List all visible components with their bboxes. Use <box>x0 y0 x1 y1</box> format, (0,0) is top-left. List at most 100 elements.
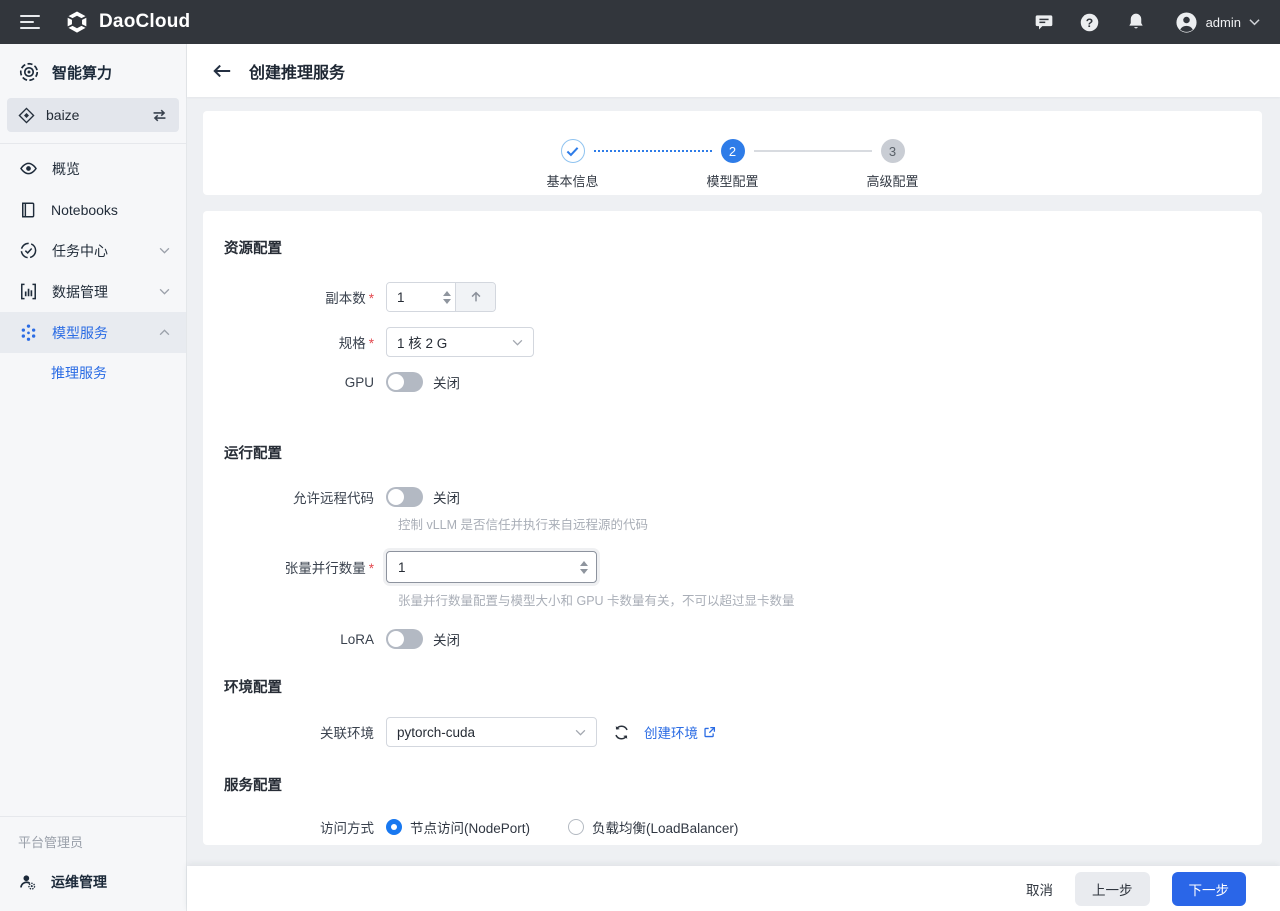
replicas-label: 副本数* <box>224 287 386 307</box>
increment-icon[interactable] <box>580 561 588 566</box>
env-selected-value: pytorch-cuda <box>397 725 475 740</box>
avatar-icon <box>1175 11 1198 34</box>
radio-checked-icon <box>386 819 402 835</box>
brand[interactable]: DaoCloud <box>64 9 190 35</box>
previous-step-button[interactable]: 上一步 <box>1075 872 1150 906</box>
workspace-icon <box>18 107 35 124</box>
env-select[interactable]: pytorch-cuda <box>386 717 597 747</box>
tensor-parallel-hint-row: 张量并行数量配置与模型大小和 GPU 卡数量有关，不可以超过显卡数量 <box>224 590 1234 609</box>
sidebar-item-ops-management[interactable]: 运维管理 <box>0 861 186 903</box>
spec-select[interactable]: 1 核 2 G <box>386 327 534 357</box>
back-arrow-icon[interactable] <box>211 60 233 82</box>
refresh-icon[interactable] <box>612 723 630 741</box>
gpu-label: GPU <box>224 375 386 390</box>
remote-code-row: 允许远程代码 关闭 <box>224 487 1234 507</box>
sidebar: 智能算力 baize 概览 <box>0 44 187 911</box>
sidebar-item-label: 模型服务 <box>52 323 159 343</box>
workspace-selector[interactable]: baize <box>7 98 179 132</box>
data-chart-icon <box>19 282 38 301</box>
lora-row: LoRA 关闭 <box>224 629 1234 649</box>
sidebar-item-label: 运维管理 <box>51 872 107 892</box>
step-advanced-config[interactable]: 3 高级配置 <box>881 139 905 163</box>
remote-code-hint-row: 控制 vLLM 是否信任并执行来自远程源的代码 <box>224 514 1234 533</box>
step-model-config[interactable]: 2 模型配置 <box>721 139 745 163</box>
step-label: 基本信息 <box>546 171 598 190</box>
sidebar-item-label: 数据管理 <box>52 282 159 302</box>
decrement-icon[interactable] <box>443 299 451 304</box>
messages-icon[interactable] <box>1033 11 1055 33</box>
step-done-check-icon <box>561 139 585 163</box>
sidebar-item-task-center[interactable]: 任务中心 <box>0 230 186 271</box>
chevron-down-icon <box>159 288 170 295</box>
admin-user-gear-icon <box>18 872 38 892</box>
notebook-icon <box>19 201 37 219</box>
section-title-resource-config: 资源配置 <box>224 237 1234 258</box>
compute-module-icon <box>18 61 40 83</box>
sidebar-subitem-inference-service[interactable]: 推理服务 <box>0 353 186 393</box>
step-label: 高级配置 <box>866 171 918 190</box>
page-title: 创建推理服务 <box>249 59 345 83</box>
sidebar-bottom-divider <box>0 816 186 817</box>
help-icon[interactable]: ? <box>1079 11 1101 33</box>
sidebar-item-notebooks[interactable]: Notebooks <box>0 189 186 230</box>
section-title-env-config: 环境配置 <box>224 676 1234 697</box>
replicas-input-group <box>386 282 496 312</box>
svg-text:?: ? <box>1086 15 1093 29</box>
sidebar-item-label: 任务中心 <box>52 241 159 261</box>
remote-code-toggle[interactable] <box>386 487 423 507</box>
radio-label: 负载均衡(LoadBalancer) <box>592 817 738 837</box>
remote-code-toggle-state: 关闭 <box>433 487 460 507</box>
access-mode-radio-group: 节点访问(NodePort) 负载均衡(LoadBalancer) <box>386 817 738 837</box>
eye-icon <box>19 159 38 178</box>
tensor-parallel-row: 张量并行数量* <box>224 551 1234 583</box>
switch-workspace-icon[interactable] <box>151 108 168 123</box>
lora-label: LoRA <box>224 632 386 647</box>
notifications-bell-icon[interactable] <box>1125 11 1147 33</box>
replicas-row: 副本数* <box>224 282 1234 312</box>
gpu-toggle-state: 关闭 <box>433 372 460 392</box>
stepper-connector-solid <box>754 150 872 152</box>
sidebar-item-model-services[interactable]: 模型服务 <box>0 312 186 353</box>
required-marker: * <box>369 291 374 306</box>
autoscale-up-arrow-button[interactable] <box>455 283 495 311</box>
sidebar-group-label: 智能算力 <box>52 62 112 83</box>
decrement-icon[interactable] <box>580 569 588 574</box>
lora-toggle-state: 关闭 <box>433 629 460 649</box>
tensor-parallel-hint: 张量并行数量配置与模型大小和 GPU 卡数量有关，不可以超过显卡数量 <box>398 590 795 609</box>
env-label: 关联环境 <box>224 722 386 742</box>
access-mode-label: 访问方式 <box>224 817 386 837</box>
sidebar-item-overview[interactable]: 概览 <box>0 148 186 189</box>
daocloud-logo-icon <box>64 9 90 35</box>
section-title-service-config: 服务配置 <box>224 774 1234 795</box>
lora-toggle[interactable] <box>386 629 423 649</box>
cancel-button[interactable]: 取消 <box>1026 879 1053 899</box>
workspace-name: baize <box>46 107 151 123</box>
platform-role-label: 平台管理员 <box>0 821 186 861</box>
external-link-icon <box>703 726 716 739</box>
next-step-button[interactable]: 下一步 <box>1172 872 1247 906</box>
chevron-down-icon <box>575 729 586 736</box>
gpu-toggle[interactable] <box>386 372 423 392</box>
tensor-parallel-label: 张量并行数量* <box>224 557 386 577</box>
stepper-connector-dotted <box>594 150 712 152</box>
sidebar-item-data-management[interactable]: 数据管理 <box>0 271 186 312</box>
tensor-parallel-input[interactable] <box>387 552 596 582</box>
radio-nodeport[interactable]: 节点访问(NodePort) <box>386 817 530 837</box>
required-marker: * <box>369 561 374 576</box>
task-check-icon <box>19 241 38 260</box>
create-environment-link[interactable]: 创建环境 <box>644 722 716 742</box>
spec-selected-value: 1 核 2 G <box>397 332 447 352</box>
user-menu[interactable]: admin <box>1175 11 1260 34</box>
form-card: 资源配置 副本数* <box>203 211 1262 845</box>
radio-loadbalancer[interactable]: 负载均衡(LoadBalancer) <box>568 817 738 837</box>
page-header: 创建推理服务 <box>187 44 1280 97</box>
increment-icon[interactable] <box>443 291 451 296</box>
step-number: 3 <box>881 139 905 163</box>
hamburger-menu-icon[interactable] <box>20 15 40 29</box>
chevron-down-icon <box>159 247 170 254</box>
wizard-stepper: 基本信息 2 模型配置 3 高级配置 <box>561 139 905 163</box>
gpu-row: GPU 关闭 <box>224 372 1234 392</box>
user-chevron-down-icon <box>1249 18 1260 26</box>
username: admin <box>1206 15 1241 30</box>
step-basic-info[interactable]: 基本信息 <box>561 139 585 163</box>
